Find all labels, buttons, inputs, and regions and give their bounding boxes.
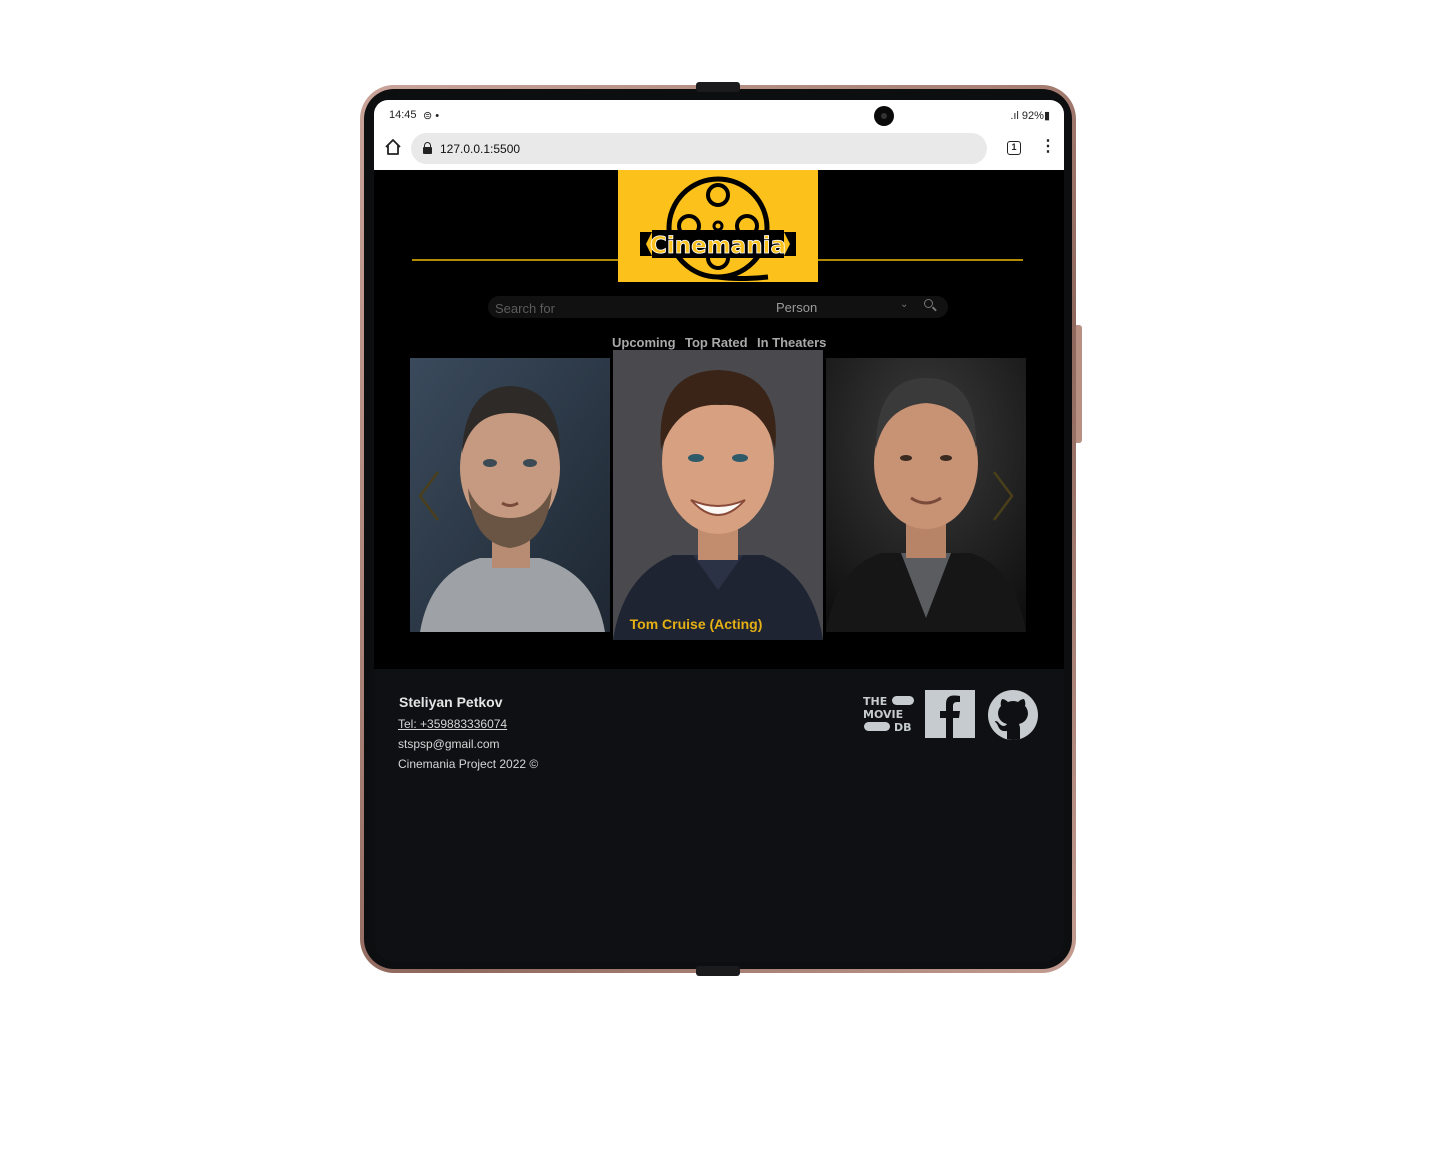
tab-top-rated[interactable]: Top Rated — [685, 335, 748, 350]
search-input[interactable] — [495, 300, 745, 316]
carousel-caption: Tom Cruise (Acting) — [629, 616, 763, 632]
footer-author-name: Steliyan Petkov — [399, 694, 503, 710]
browser-toolbar: 127.0.0.1:5500 1 ⋮ — [374, 130, 1064, 170]
cinemania-logo[interactable]: Cinemania — [618, 170, 818, 282]
front-camera — [874, 106, 894, 126]
lock-icon — [423, 142, 432, 154]
carousel-slide-active[interactable]: Tom Cruise (Acting) — [613, 350, 823, 640]
search-category-value: Person — [776, 300, 818, 315]
tab-switcher-button[interactable]: 1 — [1007, 141, 1021, 155]
footer-phone-link[interactable]: Tel: +359883336074 — [398, 717, 507, 731]
device-hinge-top — [696, 82, 740, 92]
tmdb-line-2: MOVIE — [863, 708, 903, 721]
search-category-select[interactable]: Person ⌄ — [776, 299, 916, 316]
address-bar[interactable]: 127.0.0.1:5500 — [411, 133, 987, 164]
home-icon[interactable] — [384, 138, 402, 156]
search-icon[interactable] — [924, 299, 937, 312]
tmdb-line-1: THE — [863, 695, 887, 708]
facebook-icon[interactable] — [925, 690, 975, 738]
web-page: Cinemania Person ⌄ Upcoming Top Rated In… — [374, 170, 1064, 962]
device-hinge-bottom — [696, 966, 740, 976]
status-signal-battery: .ıl 92%▮ — [1010, 110, 1050, 122]
github-icon[interactable] — [987, 689, 1039, 741]
footer-copyright: Cinemania Project 2022 © — [398, 757, 539, 771]
carousel-next-arrow[interactable] — [990, 468, 1016, 524]
footer-email: stspsp@gmail.com — [398, 737, 500, 751]
device-screen: 14:45 ⊜ • .ıl 92%▮ 127.0.0.1:5500 1 ⋮ Ci… — [374, 100, 1064, 962]
tmdb-line-3: DB — [894, 721, 912, 734]
people-carousel: Tom Cruise (Acting) — [410, 350, 1026, 640]
status-time: 14:45 — [389, 109, 417, 121]
page-footer: Steliyan Petkov Tel: +359883336074 stsps… — [374, 669, 1064, 962]
logo-text: Cinemania — [650, 233, 786, 259]
carousel-prev-arrow[interactable] — [416, 468, 442, 524]
device-side-button — [1076, 325, 1082, 443]
status-notification-icons: ⊜ • — [423, 110, 440, 122]
chevron-down-icon: ⌄ — [900, 299, 909, 310]
search-bar: Person ⌄ — [488, 296, 948, 318]
tmdb-logo[interactable]: THE MOVIE DB — [862, 694, 916, 734]
more-menu-icon[interactable]: ⋮ — [1040, 138, 1056, 156]
tab-in-theaters[interactable]: In Theaters — [757, 335, 826, 350]
url-text: 127.0.0.1:5500 — [440, 142, 521, 156]
tab-upcoming[interactable]: Upcoming — [612, 335, 676, 350]
status-bar: 14:45 ⊜ • .ıl 92%▮ — [374, 100, 1064, 130]
